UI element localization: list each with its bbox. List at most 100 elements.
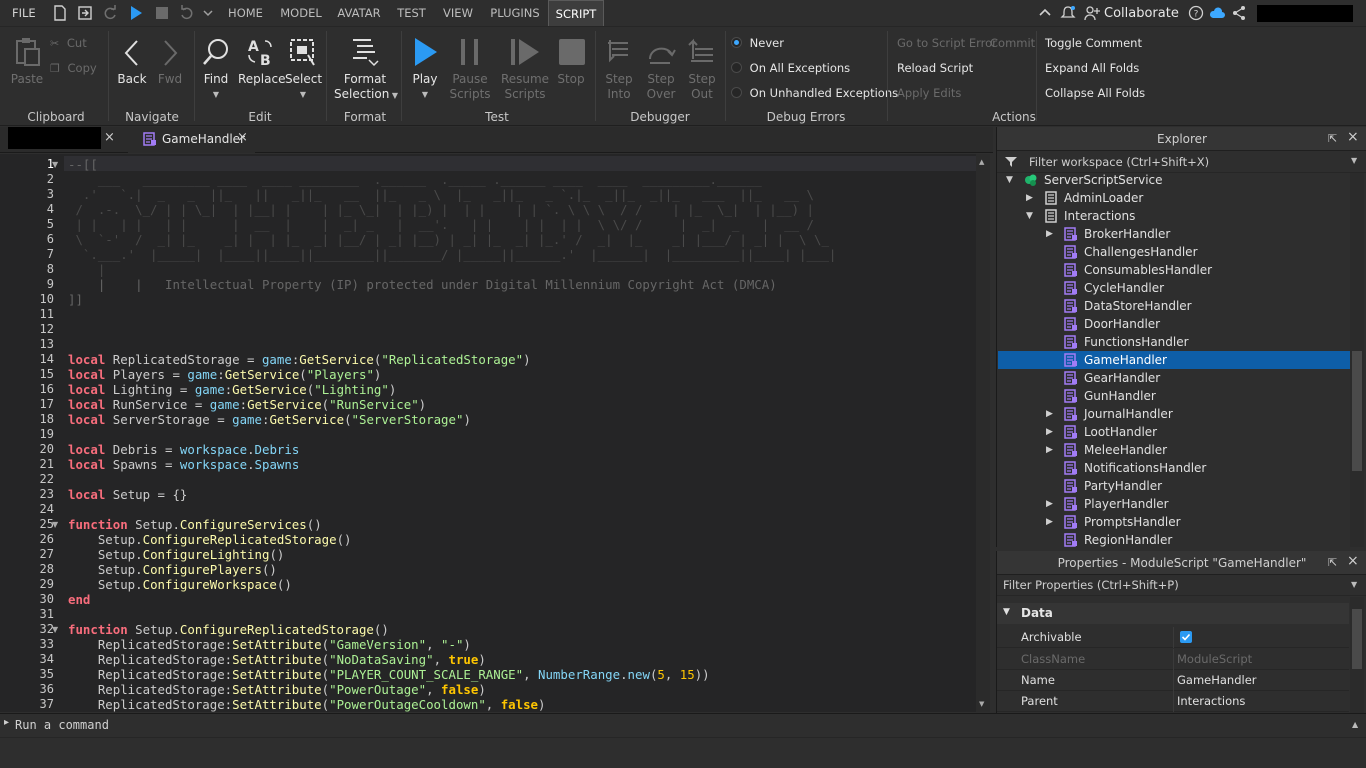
property-row-parent[interactable]: Parent Interactions (997, 691, 1349, 712)
resume-scripts-button[interactable]: Resume Scripts (500, 37, 550, 103)
replace-button[interactable]: AB Replace (238, 37, 285, 87)
archivable-checkbox[interactable] (1180, 631, 1192, 643)
code-editor[interactable]: 1 ▼ 2 3 4 5 6 7 8 9 10 11 12 13 14 15 16 17 18 19 20 21 22 23 24… (0, 154, 990, 712)
explorer-item-journalhandler[interactable]: ▶ JournalHandler (998, 405, 1350, 423)
notifications-icon[interactable] (1060, 5, 1076, 21)
fold-toggle-icon[interactable]: ▼ (52, 625, 58, 634)
debug-never-radio[interactable]: Never (731, 36, 784, 50)
explorer-item-datastorehandler[interactable]: DataStoreHandler (998, 297, 1350, 315)
command-input[interactable]: Run a command (15, 718, 109, 732)
account-name-redacted[interactable] (1257, 5, 1353, 22)
collapse-arrow-icon[interactable]: ▶ (1046, 513, 1053, 531)
scroll-up-icon[interactable]: ▲ (979, 158, 984, 166)
close-icon[interactable]: × (104, 130, 115, 145)
properties-scroll-thumb[interactable] (1352, 609, 1362, 669)
select-button[interactable]: Select ▼ (285, 37, 322, 103)
tab-plugins[interactable]: PLUGINS (486, 0, 544, 26)
step-out-button[interactable]: Step Out (683, 37, 721, 103)
explorer-filter[interactable]: Filter workspace (Ctrl+Shift+X) ▼ (997, 151, 1366, 173)
explorer-item-adminloader[interactable]: ▶ AdminLoader (998, 189, 1350, 207)
explorer-item-gearhandler[interactable]: GearHandler (998, 369, 1350, 387)
explorer-item-doorhandler[interactable]: DoorHandler (998, 315, 1350, 333)
explorer-item-regionhandler[interactable]: RegionHandler (998, 531, 1350, 549)
explorer-scrollbar[interactable] (1350, 173, 1364, 547)
undo-icon[interactable] (179, 5, 195, 21)
explorer-item-gamehandler[interactable]: GameHandler (998, 351, 1350, 369)
tab-test[interactable]: TEST (393, 0, 430, 26)
format-dropdown-icon[interactable]: ▼ (389, 91, 398, 100)
collapse-arrow-icon[interactable]: ▶ (1046, 405, 1053, 423)
explorer-item-promptshandler[interactable]: ▶ PromptsHandler (998, 513, 1350, 531)
step-into-button[interactable]: Step Into (600, 37, 638, 103)
collapse-arrow-icon[interactable]: ▶ (1046, 423, 1053, 441)
chevron-up-icon[interactable]: ▲ (1352, 720, 1358, 729)
property-row-name[interactable]: Name GameHandler (997, 670, 1349, 691)
apply-edits-button[interactable]: Apply Edits (897, 86, 961, 100)
explorer-item-serverscriptservice[interactable]: ▼ ServerScriptService (998, 171, 1350, 189)
close-icon[interactable]: × (1347, 553, 1359, 569)
tab-gamehandler[interactable]: GameHandler × (128, 127, 255, 153)
file-menu[interactable]: FILE (12, 6, 36, 20)
editor-scrollbar[interactable]: ▲ ▼ (976, 154, 990, 712)
fold-toggle-icon[interactable]: ▼ (52, 520, 58, 529)
play-quick-icon[interactable] (128, 5, 144, 21)
play-button[interactable]: Play ▼ (405, 37, 445, 103)
redo-icon[interactable] (102, 5, 118, 21)
explorer-item-partyhandler[interactable]: PartyHandler (998, 477, 1350, 495)
copy-button[interactable]: ❐ Copy (50, 61, 97, 75)
tab-model[interactable]: MODEL (277, 0, 325, 26)
explorer-item-loothandler[interactable]: ▶ LootHandler (998, 423, 1350, 441)
collaborate-icon[interactable] (1084, 5, 1100, 21)
find-button[interactable]: Find ▼ (198, 37, 234, 103)
tab-avatar[interactable]: AVATAR (333, 0, 385, 26)
property-value[interactable]: GameHandler (1177, 673, 1257, 687)
format-selection-button[interactable]: Format Selection ▼ (334, 37, 398, 103)
forward-button[interactable]: Fwd (151, 39, 189, 89)
scroll-down-icon[interactable]: ▼ (979, 700, 984, 708)
editor-tab-redacted[interactable] (8, 127, 101, 149)
tab-script[interactable]: SCRIPT (548, 0, 604, 26)
collapse-arrow-icon[interactable]: ▶ (1046, 441, 1053, 459)
help-icon[interactable]: ? (1188, 5, 1204, 21)
chevron-down-icon[interactable]: ▼ (1351, 156, 1357, 165)
tab-home[interactable]: HOME (222, 0, 269, 26)
undock-icon[interactable]: ⇱ (1328, 556, 1337, 569)
command-bar[interactable]: ▸ Run a command ▲ (0, 713, 1366, 737)
open-file-icon[interactable] (77, 5, 93, 21)
back-button[interactable]: Back (113, 39, 151, 89)
debug-all-radio[interactable]: On All Exceptions (731, 61, 850, 75)
properties-scrollbar[interactable] (1350, 597, 1364, 713)
collapse-all-folds-button[interactable]: Collapse All Folds (1045, 86, 1145, 100)
explorer-item-interactions[interactable]: ▼ Interactions (998, 207, 1350, 225)
share-icon[interactable] (1231, 5, 1247, 21)
undo-dropdown-icon[interactable] (203, 5, 213, 21)
explorer-item-cyclehandler[interactable]: CycleHandler (998, 279, 1350, 297)
stop-button[interactable]: Stop (553, 37, 589, 87)
find-dropdown-icon[interactable]: ▼ (198, 87, 234, 102)
explorer-item-notificationshandler[interactable]: NotificationsHandler (998, 459, 1350, 477)
property-row-archivable[interactable]: Archivable (997, 627, 1349, 648)
explorer-item-playerhandler[interactable]: ▶ PlayerHandler (998, 495, 1350, 513)
explorer-item-brokerhandler[interactable]: ▶ BrokerHandler (998, 225, 1350, 243)
collapse-arrow-icon[interactable]: ▶ (1046, 495, 1053, 513)
reload-script-button[interactable]: Reload Script (897, 61, 973, 75)
collapse-ribbon-icon[interactable] (1038, 5, 1052, 21)
explorer-item-functionshandler[interactable]: FunctionsHandler (998, 333, 1350, 351)
explorer-item-challengeshandler[interactable]: ChallengesHandler (998, 243, 1350, 261)
collaborate-button[interactable]: Collaborate (1104, 6, 1179, 21)
property-value[interactable]: Interactions (1177, 694, 1245, 708)
select-dropdown-icon[interactable]: ▼ (285, 87, 321, 102)
properties-section-data[interactable]: ▼ Data (997, 603, 1349, 624)
explorer-item-gunhandler[interactable]: GunHandler (998, 387, 1350, 405)
explorer-scroll-thumb[interactable] (1352, 351, 1362, 471)
expand-arrow-icon[interactable]: ▼ (1006, 171, 1013, 189)
goto-script-error-button[interactable]: Go to Script Error (897, 36, 997, 50)
cut-button[interactable]: ✂ Cut (50, 36, 87, 50)
undock-icon[interactable]: ⇱ (1328, 132, 1337, 145)
paste-button[interactable]: Paste (8, 37, 46, 87)
close-icon[interactable]: × (1347, 129, 1359, 145)
play-dropdown-icon[interactable]: ▼ (405, 87, 445, 102)
collapse-arrow-icon[interactable]: ▶ (1046, 225, 1053, 243)
tab-view[interactable]: VIEW (438, 0, 478, 26)
chevron-down-icon[interactable]: ▼ (1351, 580, 1357, 589)
